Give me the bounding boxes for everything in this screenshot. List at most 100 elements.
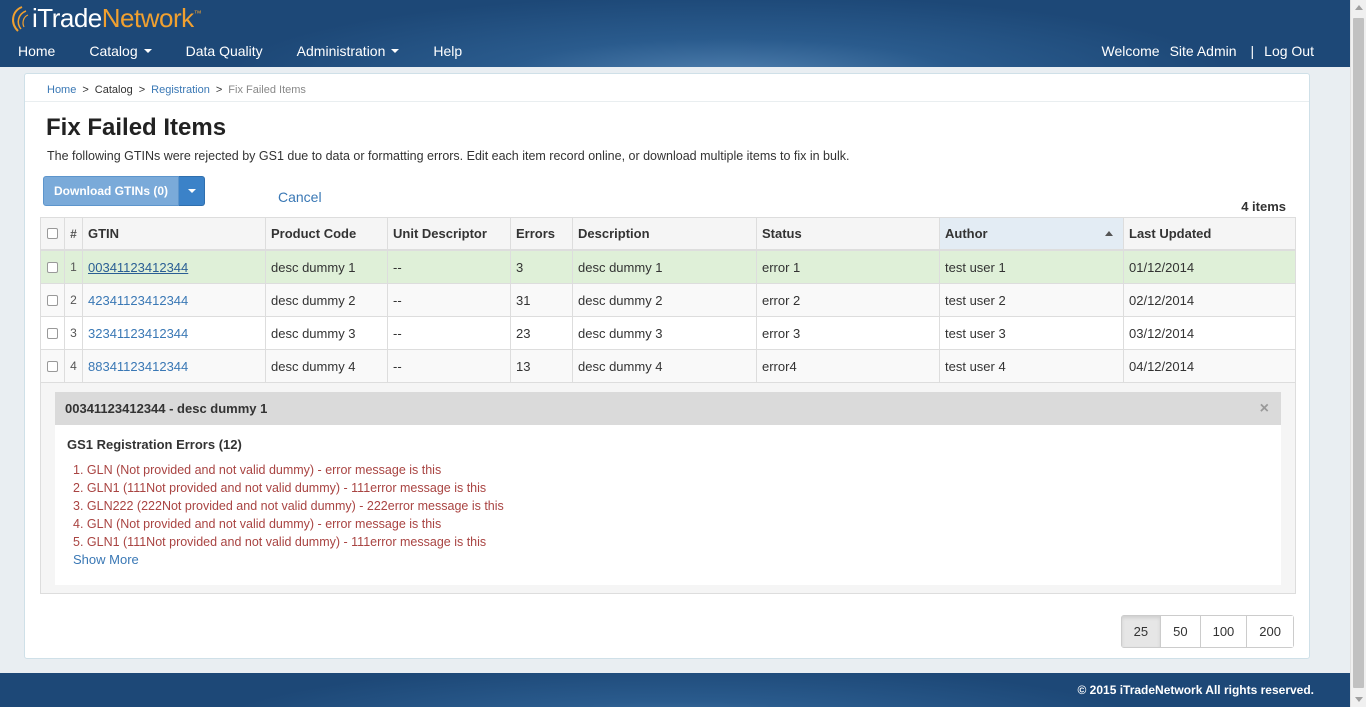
nav-home-label: Home [18,43,56,59]
caret-down-icon [187,189,196,193]
unit-descriptor-cell: -- [388,317,511,349]
row-checkbox[interactable] [47,327,58,339]
gtin-link[interactable]: 88341123412344 [88,359,188,374]
gs1-error-item: 5. GLN1 (111Not provided and not valid d… [73,535,487,549]
page-scrollbar[interactable] [1350,0,1366,707]
user-bar: Welcome Site Admin | Log Out [1102,43,1315,59]
cancel-link[interactable]: Cancel [278,189,322,205]
user-name[interactable]: Site Admin [1170,43,1237,59]
gs1-error-item: 4. GLN (Not provided and not valid dummy… [73,517,442,531]
table-row[interactable]: 4 88341123412344 desc dummy 4 -- 13 desc… [41,350,1295,383]
logo-network: Network [101,3,194,33]
author-cell: test user 4 [940,350,1124,382]
page-size-25[interactable]: 25 [1121,616,1162,647]
scroll-down-arrow-icon[interactable] [1355,697,1363,702]
unit-descriptor-cell: -- [388,284,511,316]
gtin-link[interactable]: 42341123412344 [88,293,188,308]
logo-trade: Trade [37,3,102,33]
caret-down-icon [391,49,400,53]
col-header-product-code[interactable]: Product Code [266,218,388,249]
scrollbar-thumb[interactable] [1353,18,1364,688]
status-cell: error 2 [757,284,940,316]
page-title: Fix Failed Items [46,114,227,141]
page-size-50[interactable]: 50 [1161,616,1201,647]
breadcrumb-separator: > [82,84,89,96]
download-dropdown-toggle[interactable] [179,176,205,206]
row-checkbox[interactable] [47,360,58,372]
col-header-description[interactable]: Description [573,218,757,249]
row-checkbox-cell [41,251,65,283]
itradenetwork-logo[interactable]: i Trade Network ™ [8,3,202,34]
failed-items-table: # GTIN Product Code Unit Descriptor Erro… [40,217,1296,594]
last-updated-cell: 02/12/2014 [1129,292,1195,308]
table-row[interactable]: 1 00341123412344 desc dummy 1 -- 3 desc … [41,251,1295,284]
col-header-last-updated[interactable]: Last Updated [1124,218,1295,249]
col-header-num: # [65,218,83,249]
author-cell: test user 1 [940,251,1124,283]
table-header-row: # GTIN Product Code Unit Descriptor Erro… [41,218,1295,251]
breadcrumb-separator: > [215,84,223,96]
nav-administration[interactable]: Administration [297,43,400,59]
nav-catalog[interactable]: Catalog [89,43,152,59]
author-cell: test user 2 [940,284,1124,316]
select-all-checkbox-cell [41,218,65,249]
breadcrumb-catalog: Catalog [94,84,133,96]
gtin-cell: 88341123412344 [83,350,266,382]
row-number: 2 [65,284,83,316]
gtin-link[interactable]: 32341123412344 [88,326,188,341]
errors-cell: 13 [511,350,573,382]
breadcrumb: Home > Catalog > Registration > Fix Fail… [47,84,306,96]
scroll-up-arrow-icon[interactable] [1355,5,1363,10]
show-more-link[interactable]: Show More [73,551,1269,569]
nav-help-label: Help [433,43,463,59]
row-detail-title: 00341123412344 - desc dummy 1 [65,401,268,416]
row-detail-panel: 00341123412344 - desc dummy 1 × GS1 Regi… [55,392,1281,585]
col-header-status[interactable]: Status [757,218,940,249]
nav-home[interactable]: Home [18,43,55,59]
page-size-100[interactable]: 100 [1200,616,1248,647]
nav-data-quality[interactable]: Data Quality [186,43,263,59]
logo-swirl-icon [12,5,29,32]
nav-data-quality-label: Data Quality [185,43,263,59]
status-cell: error 1 [757,251,940,283]
row-detail-body: GS1 Registration Errors (12) 1. GLN (Not… [55,425,1281,581]
product-code-cell: desc dummy 1 [266,251,388,283]
item-count: 4 items [1241,199,1286,214]
breadcrumb-separator: > [138,84,146,96]
col-header-unit-descriptor[interactable]: Unit Descriptor [388,218,511,249]
logout-link[interactable]: Log Out [1264,43,1314,59]
gs1-error-item: 1. GLN (Not provided and not valid dummy… [73,463,442,477]
row-detail-header: 00341123412344 - desc dummy 1 × [55,392,1281,425]
select-all-checkbox[interactable] [47,228,58,239]
gtin-cell: 42341123412344 [83,284,266,316]
table-row[interactable]: 3 32341123412344 desc dummy 3 -- 23 desc… [41,317,1295,350]
row-checkbox[interactable] [47,261,58,273]
caret-down-icon [143,49,152,53]
table-row[interactable]: 2 42341123412344 desc dummy 2 -- 31 desc… [41,284,1295,317]
last-updated-cell: 01/12/2014 [1129,259,1195,275]
close-icon[interactable]: × [1260,400,1269,418]
unit-descriptor-cell: -- [388,251,511,283]
last-updated-cell: 04/12/2014 [1129,358,1195,374]
download-button-group: Download GTINs (0) [43,176,205,206]
row-checkbox[interactable] [47,294,58,306]
description-cell: desc dummy 2 [573,284,757,316]
breadcrumb-registration[interactable]: Registration [151,84,210,96]
sort-ascending-icon [1105,231,1113,236]
col-header-gtin[interactable]: GTIN [83,218,266,249]
col-header-author[interactable]: Author [940,218,1124,249]
page-size-200[interactable]: 200 [1247,616,1293,647]
col-header-errors[interactable]: Errors [511,218,573,249]
gtin-cell: 00341123412344 [83,251,266,283]
product-code-cell: desc dummy 2 [266,284,388,316]
row-number: 4 [65,350,83,382]
errors-cell: 23 [511,317,573,349]
logo-trademark: ™ [193,9,202,18]
gtin-link[interactable]: 00341123412344 [88,260,188,275]
download-gtins-button[interactable]: Download GTINs (0) [43,176,179,206]
nav-help[interactable]: Help [433,43,462,59]
breadcrumb-home[interactable]: Home [47,84,76,96]
main-nav: Home Catalog Data Quality Administration… [18,43,496,59]
page-subtitle: The following GTINs were rejected by GS1… [47,149,850,163]
page-size-selector: 25 50 100 200 [1120,615,1294,648]
